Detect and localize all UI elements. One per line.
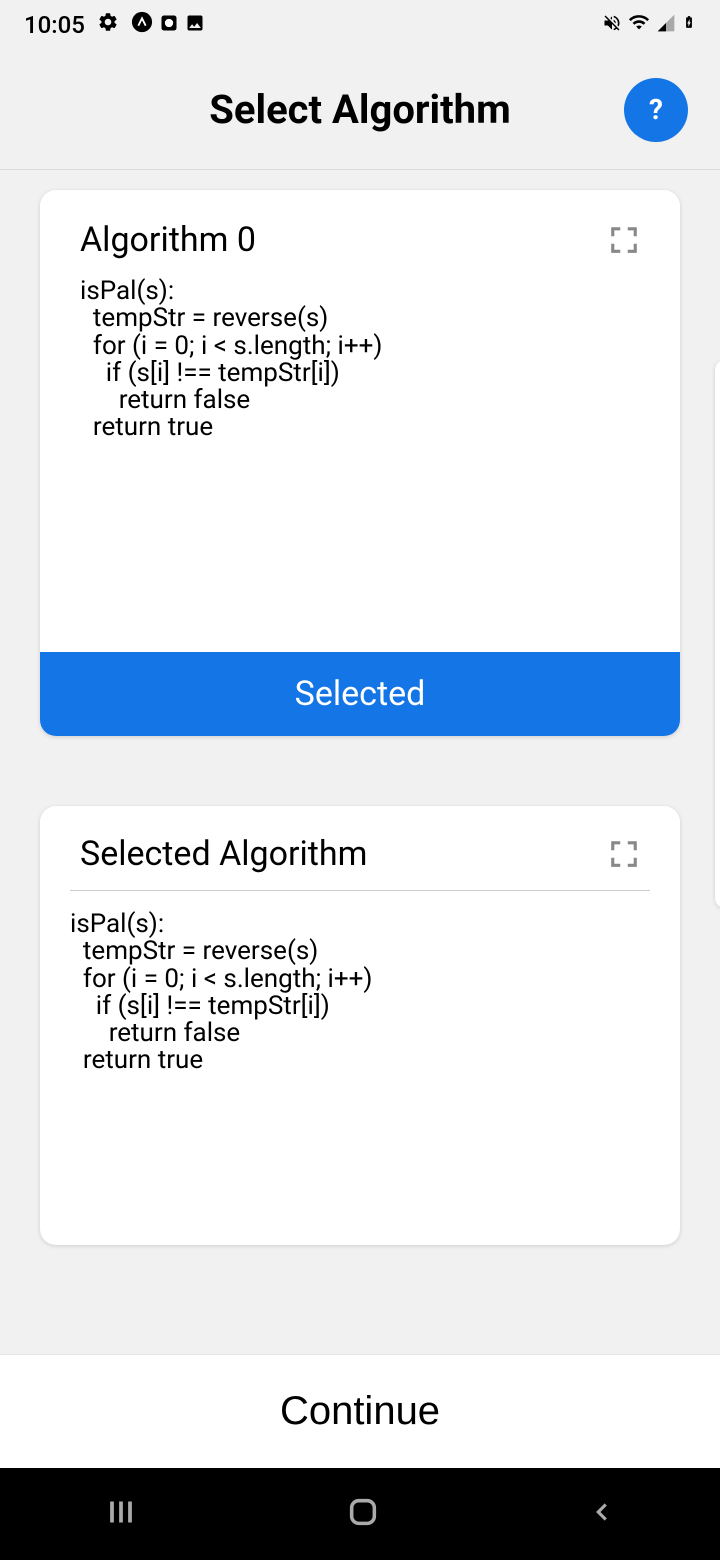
selected-banner[interactable]: Selected <box>40 652 680 736</box>
selected-algorithm-card: Selected Algorithm isPal(s): tempStr = r… <box>40 806 680 1245</box>
algorithm-0-code: isPal(s): tempStr = reverse(s) for (i = … <box>80 278 640 442</box>
footer: Continue <box>0 1354 720 1468</box>
status-right <box>602 11 696 39</box>
expand-icon[interactable] <box>608 838 640 870</box>
signal-icon <box>656 11 676 39</box>
battery-icon <box>682 11 696 39</box>
mute-icon <box>602 11 622 39</box>
help-icon-text: ? <box>649 93 663 126</box>
expand-icon[interactable] <box>608 224 640 256</box>
wifi-icon <box>628 11 650 39</box>
page-title: Select Algorithm <box>209 86 510 133</box>
app-icon-2 <box>159 11 179 39</box>
header: Select Algorithm ? <box>0 50 720 170</box>
algorithm-card-0-title: Algorithm 0 <box>80 220 256 260</box>
algorithm-card-0[interactable]: Algorithm 0 isPal(s): tempStr = reverse(… <box>40 190 680 736</box>
status-time: 10:05 <box>24 11 85 39</box>
status-bar: 10:05 <box>0 0 720 50</box>
selected-algorithm-code: isPal(s): tempStr = reverse(s) for (i = … <box>70 911 650 1075</box>
back-button[interactable] <box>587 1497 617 1531</box>
gear-icon <box>97 11 119 39</box>
recents-button[interactable] <box>103 1494 139 1534</box>
app-icon-1 <box>131 11 153 39</box>
help-button[interactable]: ? <box>624 78 688 142</box>
peek-next-card[interactable] <box>715 360 720 908</box>
nav-bar <box>0 1468 720 1560</box>
content-area: Algorithm 0 isPal(s): tempStr = reverse(… <box>0 170 720 1354</box>
home-button[interactable] <box>346 1495 380 1533</box>
continue-button[interactable]: Continue <box>280 1389 440 1434</box>
status-left: 10:05 <box>24 11 205 39</box>
image-icon <box>185 11 205 39</box>
selected-algorithm-title: Selected Algorithm <box>80 834 367 874</box>
